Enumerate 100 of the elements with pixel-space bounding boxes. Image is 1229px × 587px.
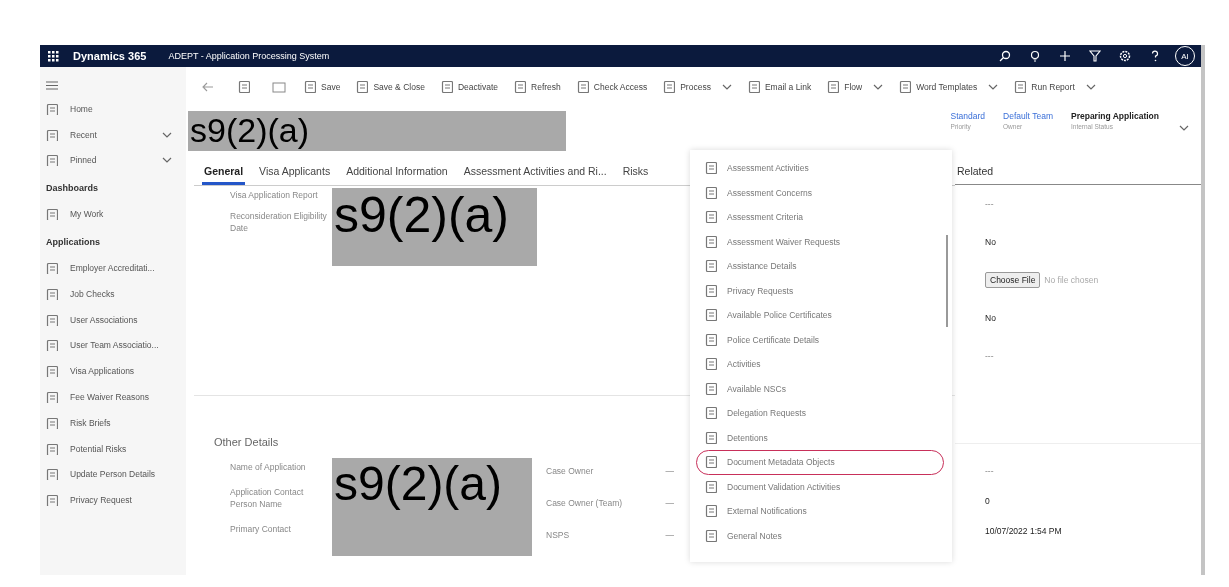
sidebar-item[interactable]: Job Checks (40, 281, 186, 307)
redaction-block: s9(2)(a) (188, 111, 566, 151)
toolbar-button[interactable]: Save & Close (350, 77, 431, 97)
menu-item[interactable]: Assessment Criteria (696, 205, 944, 230)
document-icon (356, 80, 369, 94)
toolbar-button[interactable]: Save (298, 77, 347, 97)
toolbar-button[interactable]: Word Templates (893, 77, 1005, 97)
page-icon (46, 154, 58, 167)
filter-icon[interactable] (1089, 50, 1101, 62)
page-icon (46, 287, 58, 300)
search-icon[interactable] (999, 50, 1011, 62)
back-arrow-icon[interactable] (202, 82, 214, 92)
header-link[interactable]: Default Team (1003, 111, 1053, 121)
sidebar-item[interactable]: User Team Associatio... (40, 332, 186, 359)
document-icon[interactable] (238, 80, 250, 94)
page-icon (46, 339, 58, 352)
toolbar-button[interactable]: Process (657, 77, 738, 97)
choose-file-button[interactable]: Choose File (985, 272, 1041, 288)
menu-item[interactable]: Available NSCs (696, 376, 944, 401)
document-icon (705, 332, 717, 347)
sidebar-group-title: Applications (45, 236, 101, 250)
section-title: Other Details (214, 436, 279, 448)
tab[interactable]: Additional Information (344, 159, 450, 185)
sidebar-item[interactable]: Risk Briefs (40, 409, 186, 436)
document-icon (827, 80, 840, 94)
document-icon (705, 381, 717, 396)
field-value: 10/07/2022 1:54 PM (985, 526, 1062, 536)
page-icon (46, 416, 58, 429)
document-icon (304, 80, 316, 94)
document-icon (899, 80, 912, 94)
menu-item[interactable]: Assessment Activities (696, 156, 944, 181)
menu-item[interactable]: Assistance Details (696, 254, 944, 279)
lightbulb-icon[interactable] (1029, 50, 1041, 62)
plus-icon[interactable] (1059, 50, 1071, 62)
sidebar-item[interactable]: Pinned (40, 147, 186, 174)
field-label: Case Owner (Team) (546, 498, 623, 508)
tab[interactable]: Visa Applicants (257, 159, 333, 185)
toolbar-button[interactable]: Run Report (1008, 77, 1102, 97)
menu-item[interactable]: General Notes (696, 523, 944, 548)
sidebar-item[interactable]: Privacy Request (40, 487, 186, 514)
tab[interactable]: Assessment Activities and Ri... (461, 159, 609, 185)
help-icon[interactable] (1149, 50, 1161, 62)
field-label: Primary Contact (230, 524, 292, 536)
field-value: 0 (985, 496, 990, 506)
field-label: NSPS (546, 530, 570, 540)
field-label: Application Contact Person Name (230, 487, 305, 511)
scrollbar[interactable] (946, 235, 948, 327)
menu-item[interactable]: Delegation Requests (696, 401, 944, 426)
document-icon (705, 185, 717, 200)
field-value: No (985, 237, 996, 247)
document-icon (705, 308, 717, 323)
field-value: --- (985, 466, 994, 476)
sidebar-item[interactable]: Fee Waiver Reasons (40, 384, 186, 410)
menu-item[interactable]: Police Certificate Details (696, 327, 944, 352)
menu-item[interactable]: Detentions (696, 425, 944, 450)
menu-item[interactable]: Available Police Certificates (696, 303, 944, 328)
redaction-block: s9(2)(a) (332, 458, 532, 556)
app-name[interactable]: Dynamics 365 (73, 50, 147, 62)
tab[interactable]: General (202, 159, 246, 185)
toolbar-button[interactable]: Flow (821, 77, 890, 97)
chevron-icon[interactable] (162, 131, 172, 138)
tab[interactable]: Risks (620, 159, 651, 185)
menu-item[interactable]: Document Validation Activities (696, 474, 944, 499)
settings-icon[interactable] (1119, 50, 1131, 62)
menu-item[interactable]: Assessment Concerns (696, 180, 944, 205)
field-value: No (985, 313, 996, 323)
document-icon (705, 283, 717, 298)
sidebar-item[interactable]: Potential Risks (40, 435, 186, 462)
toolbar-button[interactable]: Deactivate (434, 77, 505, 97)
document-icon (663, 80, 676, 94)
document-icon (705, 455, 717, 470)
sidebar-item[interactable]: Home (40, 96, 186, 122)
page-icon (46, 468, 58, 481)
sidebar-item[interactable]: Recent (40, 121, 186, 148)
chevron-icon[interactable] (162, 157, 172, 164)
toolbar-button[interactable]: Email a Link (741, 77, 818, 97)
toolbar-button[interactable]: Check Access (570, 77, 654, 97)
sidebar-item[interactable]: My Work (40, 201, 186, 228)
document-icon (705, 161, 717, 176)
document-icon (705, 479, 717, 494)
app-launcher-icon[interactable] (48, 50, 59, 62)
sidebar-item[interactable]: User Associations (40, 306, 186, 333)
document-icon (705, 528, 717, 543)
page-icon (46, 102, 58, 115)
field-label: Case Owner (546, 466, 594, 476)
page-icon (46, 262, 58, 275)
toolbar-button[interactable]: Refresh (508, 77, 567, 97)
chevron-icon[interactable] (1179, 125, 1189, 131)
app-title: ADEPT - Application Processing System (168, 51, 331, 61)
menu-icon[interactable] (46, 81, 58, 90)
file-status: No file chosen (1044, 275, 1099, 285)
menu-item[interactable]: Activities (696, 352, 944, 377)
menu-item[interactable]: Assessment Waiver Requests (696, 229, 944, 254)
menu-item[interactable]: External Notifications (696, 499, 944, 524)
header-link[interactable]: Standard (950, 111, 986, 121)
sidebar-item[interactable]: Employer Accreditati... (40, 255, 186, 281)
menu-item[interactable]: Privacy Requests (696, 278, 944, 303)
document-icon (747, 80, 760, 94)
sidebar-item[interactable]: Visa Applications (40, 358, 186, 385)
sidebar-item[interactable]: Update Person Details (40, 461, 186, 488)
